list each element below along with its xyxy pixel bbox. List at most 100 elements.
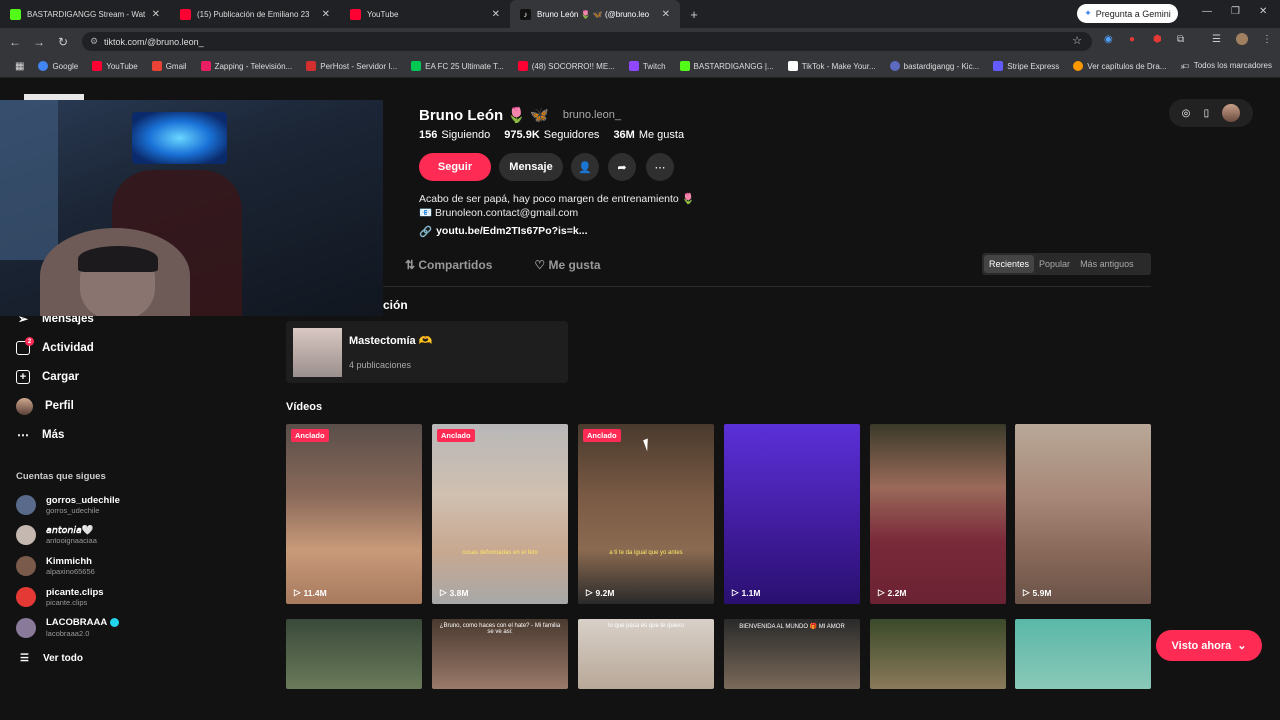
new-tab-button[interactable]: +: [680, 7, 708, 22]
pinned-badge: Anclado: [437, 429, 475, 442]
back-icon[interactable]: ←: [3, 35, 27, 49]
following-account[interactable]: gorros_udechile gorros_udechile: [16, 494, 120, 516]
close-window-icon[interactable]: ✕: [1259, 6, 1267, 17]
video-card[interactable]: ▷ 5.9M: [1015, 424, 1151, 604]
ellipsis-icon: ⋯: [654, 161, 666, 174]
bookmark-star-icon[interactable]: ☆: [1072, 34, 1082, 47]
forward-icon[interactable]: →: [27, 35, 51, 49]
close-tab-icon[interactable]: ✕: [662, 9, 670, 20]
profile-bio-line: Acabo de ser papá, hay poco margen de en…: [419, 193, 695, 205]
avatar[interactable]: [1222, 104, 1241, 122]
extension-icon[interactable]: ●: [1129, 34, 1135, 45]
followers-stat[interactable]: 975.9K Seguidores: [504, 129, 599, 141]
bookmark-label: Gmail: [165, 61, 187, 71]
browser-tab[interactable]: (15) Publicación de Emiliano 23 ✕: [170, 0, 340, 28]
account-name: picante.clips: [46, 586, 104, 598]
sort-oldest[interactable]: Más antiguos: [1075, 259, 1139, 269]
collection-card[interactable]: Mastectomía 🫶 4 publicaciones: [286, 321, 568, 383]
bookmark[interactable]: bastardigangg - Kic...: [883, 61, 987, 71]
site-info-icon[interactable]: ⚙: [90, 36, 98, 47]
minimize-icon[interactable]: —: [1202, 6, 1212, 17]
phone-icon[interactable]: ▯: [1204, 108, 1210, 119]
bookmark[interactable]: PerHost - Servidor I...: [299, 61, 404, 71]
bookmark[interactable]: (48) SOCORRO!! ME...: [511, 61, 622, 71]
likes-stat: 36M Me gusta: [613, 129, 684, 141]
close-tab-icon[interactable]: ✕: [322, 9, 330, 20]
sort-recent[interactable]: Recientes: [984, 255, 1035, 273]
adblock-icon[interactable]: ⬢: [1153, 34, 1162, 45]
browser-tab[interactable]: BASTARDIGANGG Stream - Wat ✕: [0, 0, 170, 28]
video-card[interactable]: [1015, 619, 1151, 689]
menu-kebab-icon[interactable]: ⋮: [1262, 34, 1272, 45]
extensions-puzzle-icon[interactable]: ⧉: [1177, 34, 1184, 45]
more-options-button[interactable]: ⋯: [646, 153, 674, 181]
bookmark[interactable]: TikTok - Make Your...: [781, 61, 883, 71]
address-bar[interactable]: ⚙ tiktok.com/@bruno.leon_ ☆: [82, 32, 1092, 51]
profile-avatar-icon[interactable]: [1236, 33, 1248, 45]
bookmark-label: Twitch: [642, 61, 666, 71]
following-account[interactable]: Kimmichh alpaxino65656: [16, 555, 95, 577]
bookmark[interactable]: Gmail: [145, 61, 194, 71]
compass-icon[interactable]: ◎: [1182, 108, 1191, 119]
watched-now-button[interactable]: Visto ahora ⌄: [1156, 630, 1262, 661]
add-friend-button[interactable]: 👤: [571, 153, 599, 181]
tab-title: (15) Publicación de Emiliano 23: [197, 9, 310, 19]
profile-link[interactable]: 🔗 youtu.be/Edm2TIs67Po?is=k...: [419, 225, 588, 238]
extension-icon[interactable]: ◉: [1104, 34, 1113, 45]
sidebar-item-profile[interactable]: Perfil: [16, 397, 74, 415]
account-handle: lacobraaa2.0: [46, 628, 90, 638]
maximize-icon[interactable]: ❐: [1231, 6, 1240, 17]
video-card[interactable]: ▷ 1.1M: [724, 424, 860, 604]
video-card[interactable]: ¿Bruno, como haces con el hate? - Mi fam…: [432, 619, 568, 689]
close-tab-icon[interactable]: ✕: [492, 9, 500, 20]
sort-popular[interactable]: Popular: [1034, 259, 1075, 269]
ask-gemini-button[interactable]: ✦ Pregunta a Gemini: [1077, 4, 1178, 23]
browser-tab[interactable]: YouTube ✕: [340, 0, 510, 28]
bookmark[interactable]: Ver capítulos de Dra...: [1066, 61, 1173, 71]
bookmark[interactable]: Twitch: [622, 61, 673, 71]
bookmark[interactable]: Zapping - Televisión...: [194, 61, 300, 71]
see-all-label: Ver todo: [42, 653, 83, 664]
bookmark[interactable]: Stripe Express: [986, 61, 1066, 71]
video-card[interactable]: Anclado cosas deformadas en el feto ▷ 3.8M: [432, 424, 568, 604]
bookmark[interactable]: BASTARDIGANGG |...: [673, 61, 781, 71]
account-name: gorros_udechile: [46, 494, 120, 506]
video-card[interactable]: lo que pasa es que te quiero: [578, 619, 714, 689]
video-card[interactable]: [286, 619, 422, 689]
bookmark[interactable]: YouTube: [85, 61, 144, 71]
sidebar-item-upload[interactable]: + Cargar: [16, 368, 79, 386]
apps-grid-icon[interactable]: ▦: [8, 61, 31, 72]
tab-shared[interactable]: ⇅ Compartidos: [405, 258, 492, 272]
video-card[interactable]: Anclado a ti te da igual que yo antes ▷ 9.2…: [578, 424, 714, 604]
video-card[interactable]: Anclado ▷ 11.4M: [286, 424, 422, 604]
bookmark[interactable]: EA FC 25 Ultimate T...: [404, 61, 511, 71]
bookmark-label: Zapping - Televisión...: [214, 61, 293, 71]
browser-tab-active[interactable]: ♪ Bruno León 🌷 🦋 (@bruno.leo ✕: [510, 0, 680, 28]
bookmark[interactable]: Google: [31, 61, 85, 71]
account-name: LACOBRAAA: [46, 617, 108, 629]
webcam-background: [0, 100, 58, 260]
video-card[interactable]: ▷ 2.2M: [870, 424, 1006, 604]
video-caption: lo que pasa es que te quiero: [608, 623, 684, 629]
avatar: [16, 495, 36, 515]
share-button[interactable]: ➦: [608, 153, 636, 181]
webcam-person: [78, 246, 158, 272]
tab-liked[interactable]: ♡ Me gusta: [534, 258, 600, 272]
sidebar-item-more[interactable]: ⋯ Más: [16, 426, 64, 444]
video-card[interactable]: BIENVENIDA AL MUNDO 🎁 MI AMOR: [724, 619, 860, 689]
following-stat[interactable]: 156 Siguiendo: [419, 129, 490, 141]
following-account[interactable]: picante.clips picante.clips: [16, 586, 104, 608]
video-views: ▷ 5.9M: [1023, 587, 1051, 598]
follow-button[interactable]: Seguir: [419, 153, 491, 181]
reload-icon[interactable]: ↻: [51, 35, 75, 49]
reading-list-icon[interactable]: ☰: [1212, 34, 1221, 45]
all-bookmarks-button[interactable]: ▭ Todos los marcadores: [1182, 61, 1272, 70]
following-account[interactable]: 𝘢𝘯𝘵𝘰𝘯𝘪𝘢🤍 antooignaaciaa: [16, 524, 97, 546]
video-card[interactable]: [870, 619, 1006, 689]
close-tab-icon[interactable]: ✕: [152, 9, 160, 20]
video-views: ▷ 9.2M: [586, 587, 614, 598]
message-button[interactable]: Mensaje: [499, 153, 563, 181]
see-all-following-button[interactable]: ☰ Ver todo: [20, 653, 83, 664]
following-account[interactable]: LACOBRAAA lacobraaa2.0: [16, 617, 120, 639]
sidebar-item-activity[interactable]: 2 Actividad: [16, 337, 94, 357]
